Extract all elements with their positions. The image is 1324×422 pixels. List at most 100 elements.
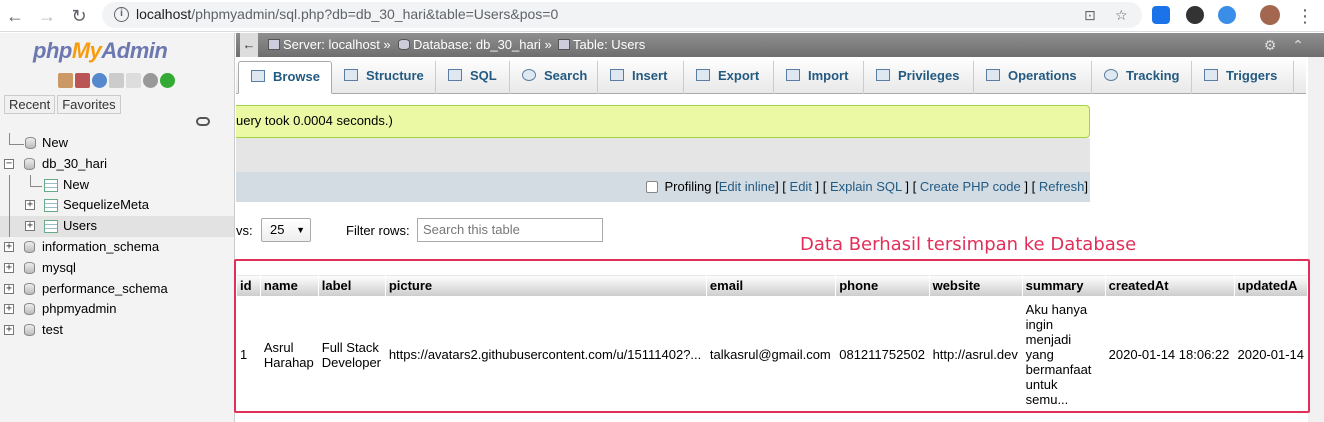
tree-item-db_30_hari[interactable]: − db_30_hari — [0, 154, 234, 175]
menu-kebab-icon[interactable]: ⋮ — [1294, 5, 1316, 27]
tree-item-mysql[interactable]: + mysql — [0, 258, 234, 279]
translate-icon[interactable]: ⊡ — [1084, 7, 1096, 24]
address-bar[interactable]: i localhost/phpmyadmin/sql.php?db=db_30_… — [102, 2, 1142, 28]
tree-item-phpmyadmin[interactable]: + phpmyadmin — [0, 299, 234, 320]
reload-nav-icon[interactable] — [160, 73, 175, 88]
expand-icon[interactable]: + — [4, 304, 14, 315]
tab-triggers[interactable]: Triggers — [1192, 61, 1294, 94]
expand-icon[interactable]: + — [25, 221, 35, 232]
logout-icon[interactable] — [75, 73, 90, 88]
cell-name[interactable]: Asrul Harahap — [259, 296, 319, 413]
tab-browse[interactable]: Browse — [238, 61, 332, 94]
tree-item-new-table[interactable]: New — [0, 174, 234, 196]
filter-rows-input[interactable]: Search this table — [417, 218, 603, 242]
collapse-top-icon[interactable]: ⌃ — [1290, 37, 1306, 53]
collapse-icon[interactable]: − — [4, 158, 14, 169]
help-icon[interactable] — [92, 73, 107, 88]
settings-gear-icon[interactable] — [143, 73, 158, 88]
dark-mode-extension-icon[interactable] — [1186, 6, 1204, 24]
breadcrumb-server-text: Server: localhost » — [283, 37, 391, 52]
edit-inline-link[interactable]: Edit inline — [719, 179, 775, 194]
database-icon — [398, 39, 410, 50]
tree-item-sequelizemeta[interactable]: + SequelizeMeta — [0, 195, 234, 217]
expand-icon[interactable]: + — [25, 200, 35, 211]
tab-label: Operations — [1008, 68, 1077, 83]
tab-export[interactable]: Export — [684, 61, 774, 94]
breadcrumb-database[interactable]: Database: db_30_hari » — [398, 33, 552, 57]
column-header-website[interactable]: website — [928, 274, 1023, 297]
copy-icon[interactable] — [126, 73, 141, 88]
url-text[interactable]: localhost/phpmyadmin/sql.php?db=db_30_ha… — [136, 6, 558, 22]
forward-arrow-icon[interactable]: → — [36, 5, 58, 27]
tab-sql[interactable]: SQL — [436, 61, 510, 94]
phpmyadmin-logo[interactable]: phpMyAdmin — [33, 38, 168, 64]
column-header-phone[interactable]: phone — [835, 274, 930, 297]
edit-link[interactable]: Edit — [790, 179, 812, 194]
tree-label: New — [42, 135, 69, 150]
column-header-email[interactable]: email — [705, 274, 837, 297]
tree-item-users[interactable]: + Users — [0, 216, 234, 238]
column-header-summary[interactable]: summary — [1021, 274, 1106, 297]
info-icon[interactable]: i — [114, 7, 129, 22]
refresh-link[interactable]: Refresh — [1039, 179, 1085, 194]
tab-privileges[interactable]: Privileges — [864, 61, 974, 94]
tab-insert[interactable]: Insert — [598, 61, 684, 94]
extension-icon-2[interactable] — [1218, 6, 1236, 24]
tree-item-test[interactable]: + test — [0, 320, 234, 341]
tab-search[interactable]: Search — [510, 61, 598, 94]
number-of-rows-select[interactable]: 25 ▼ — [261, 218, 311, 242]
extension-icon[interactable] — [1152, 6, 1170, 24]
number-of-rows-value: 25 — [270, 222, 285, 237]
docs-icon[interactable] — [109, 73, 124, 88]
cell-website[interactable]: http://asrul.dev — [928, 296, 1023, 413]
cell-picture[interactable]: https://avatars2.githubusercontent.com/u… — [384, 296, 707, 413]
create-php-code-link[interactable]: Create PHP code — [920, 179, 1021, 194]
breadcrumb-server[interactable]: Server: localhost » — [268, 33, 391, 57]
tab-structure[interactable]: Structure — [332, 61, 436, 94]
column-header-label[interactable]: label — [317, 274, 386, 297]
table-row[interactable]: 1 Asrul Harahap Full Stack Developer htt… — [236, 296, 1308, 413]
cell-label[interactable]: Full Stack Developer — [317, 296, 386, 413]
cell-id[interactable]: 1 — [236, 296, 261, 413]
home-icon[interactable] — [58, 73, 73, 88]
tree-label: information_schema — [42, 238, 160, 254]
expand-icon[interactable]: + — [4, 262, 14, 273]
tree-item-performance_schema[interactable]: + performance_schema — [0, 279, 234, 300]
profiling-checkbox[interactable] — [645, 181, 658, 193]
bookmark-star-icon[interactable]: ☆ — [1115, 7, 1128, 24]
tree-label: SequelizeMeta — [63, 197, 149, 213]
column-header-updatedat[interactable]: updatedA — [1233, 274, 1308, 297]
tree-label: Users — [63, 218, 97, 234]
breadcrumb-table[interactable]: Table: Users — [558, 33, 645, 57]
cell-email[interactable]: talkasrul@gmail.com — [705, 296, 837, 413]
column-header-picture[interactable]: picture — [384, 274, 707, 297]
results-table: id name label picture email phone websit… — [236, 274, 1308, 413]
tree-item-new-database[interactable]: New — [0, 133, 234, 154]
tab-tracking[interactable]: Tracking — [1092, 61, 1192, 94]
cell-summary[interactable]: Aku hanya ingin menjadi yang bermanfaat … — [1021, 296, 1106, 413]
tree-item-information_schema[interactable]: + information_schema — [0, 237, 234, 258]
favorites-button[interactable]: Favorites — [57, 95, 121, 114]
reload-icon[interactable]: ↻ — [68, 5, 90, 27]
column-header-createdat[interactable]: createdAt — [1104, 274, 1235, 297]
explain-sql-link[interactable]: Explain SQL — [830, 179, 902, 194]
back-arrow-icon[interactable]: ← — [4, 5, 26, 27]
profile-avatar[interactable] — [1260, 5, 1280, 25]
tab-import[interactable]: Import — [774, 61, 864, 94]
settings-gear-icon[interactable]: ⚙ — [1262, 37, 1278, 53]
link-chain-icon[interactable] — [196, 117, 210, 126]
tab-operations[interactable]: Operations — [974, 61, 1092, 94]
expand-icon[interactable]: + — [4, 283, 14, 294]
cell-phone[interactable]: 081211752502 — [835, 296, 930, 413]
recent-button[interactable]: Recent — [4, 95, 56, 114]
tree-label: performance_schema — [42, 280, 168, 296]
expand-icon[interactable]: + — [4, 325, 14, 336]
cell-createdat[interactable]: 2020-01-14 18:06:22 — [1104, 296, 1235, 413]
cell-updatedat[interactable]: 2020-01-14 — [1233, 296, 1308, 413]
structure-icon — [344, 69, 358, 81]
expand-icon[interactable]: + — [4, 241, 14, 252]
column-header-name[interactable]: name — [259, 274, 319, 297]
column-header-id[interactable]: id — [236, 274, 261, 297]
vertical-scrollbar[interactable] — [1308, 57, 1324, 422]
collapse-nav-icon[interactable]: ← — [240, 33, 258, 57]
